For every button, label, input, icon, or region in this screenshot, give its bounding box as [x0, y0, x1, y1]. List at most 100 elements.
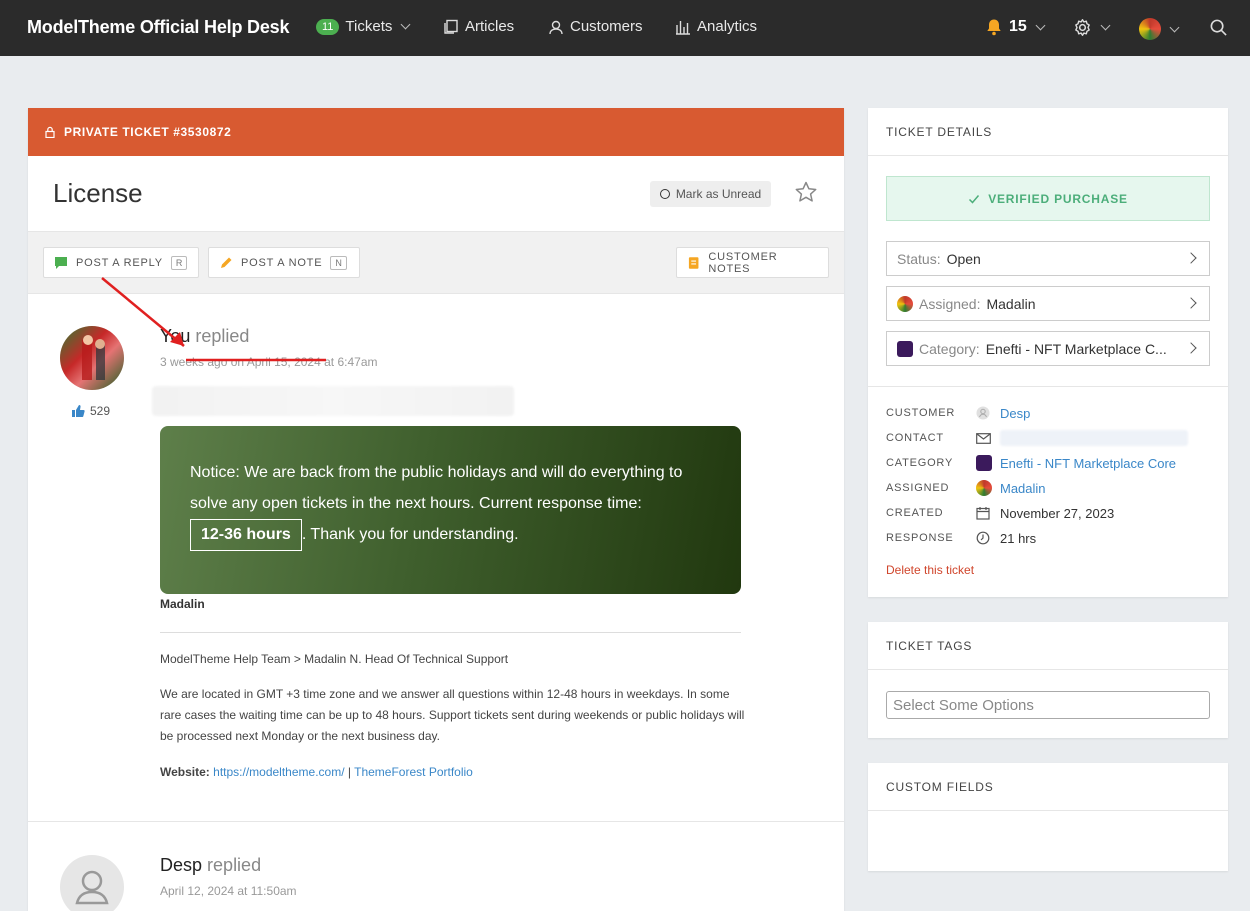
status-value: Open: [946, 250, 981, 267]
lock-icon: [45, 126, 55, 138]
assigned-link[interactable]: Madalin: [1000, 481, 1046, 496]
response-time-box: 12-36 hours: [190, 519, 302, 551]
ticket-tags-panel: TICKET TAGS Select Some Options: [868, 622, 1228, 738]
portfolio-link[interactable]: ThemeForest Portfolio: [354, 765, 473, 779]
reply-date: April 12, 2024 at 11:50am: [160, 884, 297, 898]
avatar: [976, 480, 992, 496]
post-note-label: POST A NOTE: [241, 256, 323, 269]
customer-link[interactable]: Desp: [1000, 406, 1030, 421]
chevron-down-icon: [1100, 20, 1111, 31]
meta-category: CATEGORY Enefti - NFT Marketplace Core: [886, 453, 1216, 473]
delete-ticket-link[interactable]: Delete this ticket: [886, 563, 974, 577]
notice-banner: Notice: We are back from the public holi…: [160, 426, 741, 594]
nav-analytics-label: Analytics: [697, 18, 758, 35]
category-logo-icon: [897, 340, 913, 357]
private-ticket-label: PRIVATE TICKET #3530872: [64, 125, 232, 139]
circle-icon: [659, 189, 670, 199]
search-icon: [1210, 19, 1227, 36]
notifications-count: 15: [1009, 18, 1027, 35]
reply-author: Desp: [160, 855, 203, 875]
customer-notes-label: CUSTOMER NOTES: [708, 250, 778, 275]
like-count-value: 529: [90, 404, 111, 418]
thumbs-up-icon: [72, 405, 85, 417]
notebook-icon: [688, 256, 699, 269]
signature-body: We are located in GMT +3 time zone and w…: [160, 687, 745, 743]
assigned-select[interactable]: Assigned: Madalin: [886, 286, 1210, 321]
meta-label: CATEGORY: [886, 457, 954, 469]
user-icon: [549, 20, 563, 34]
meta-customer: CUSTOMER Desp: [886, 403, 1216, 423]
user-icon: [75, 870, 109, 905]
star-icon[interactable]: [794, 180, 818, 204]
customer-notes-button[interactable]: CUSTOMER NOTES: [676, 247, 829, 278]
meta-label: RESPONSE: [886, 532, 954, 544]
nav-analytics[interactable]: Analytics: [675, 18, 757, 35]
meta-label: CREATED: [886, 507, 944, 519]
signature-name: Madalin: [160, 597, 205, 611]
notifications-menu[interactable]: 15: [985, 18, 1046, 36]
link-separator: |: [347, 765, 351, 779]
signature-website: Website: https://modeltheme.com/ | Theme…: [160, 762, 745, 783]
custom-fields-header: CUSTOM FIELDS: [868, 763, 1228, 811]
nav-articles[interactable]: Articles: [443, 18, 514, 35]
meta-contact: CONTACT: [886, 428, 1216, 448]
category-link[interactable]: Enefti - NFT Marketplace Core: [1000, 456, 1176, 471]
meta-label: CONTACT: [886, 432, 944, 444]
top-navbar: ModelTheme Official Help Desk 11 Tickets…: [0, 0, 1250, 56]
nav-customers[interactable]: Customers: [548, 18, 643, 35]
mark-unread-button[interactable]: Mark as Unread: [650, 181, 771, 207]
chevron-down-icon: [400, 19, 411, 30]
like-count[interactable]: 529: [71, 404, 110, 418]
avatar: [897, 295, 913, 312]
created-value: November 27, 2023: [1000, 505, 1115, 521]
private-ticket-bar: PRIVATE TICKET #3530872: [28, 108, 844, 156]
meta-response: RESPONSE 21 hrs: [886, 528, 1216, 548]
bar-chart-icon: [676, 20, 690, 35]
category-value: Enefti - NFT Marketplace C...: [985, 340, 1167, 357]
meta-label: ASSIGNED: [886, 482, 950, 494]
nav-tickets[interactable]: 11 Tickets: [316, 18, 411, 35]
assigned-value: Madalin: [986, 295, 1036, 312]
ticket-tags-header: TICKET TAGS: [868, 622, 1228, 670]
ticket-card: PRIVATE TICKET #3530872 License Mark as …: [28, 108, 844, 911]
blurred-email: [1000, 430, 1188, 446]
bell-icon: [987, 19, 1001, 36]
avatar: [1139, 18, 1161, 40]
shortcut-key: N: [330, 255, 347, 270]
clock-icon: [976, 531, 990, 545]
verified-label: VERIFIED PURCHASE: [988, 191, 1128, 206]
notice-text: Notice: We are back from the public holi…: [190, 464, 683, 512]
status-label: Status:: [897, 250, 941, 267]
reply-author-line: Desp replied: [160, 855, 261, 876]
chevron-right-icon: [1185, 297, 1197, 309]
user-menu[interactable]: [1139, 18, 1180, 40]
notice-text-end: . Thank you for understanding.: [301, 526, 519, 543]
reply-entry: 529 You replied 3 weeks ago on April 15,…: [28, 277, 844, 821]
meta-label: CUSTOMER: [886, 407, 956, 419]
post-reply-label: POST A REPLY: [76, 256, 163, 269]
ticket-details-header: TICKET DETAILS: [868, 108, 1228, 156]
category-logo-icon: [976, 455, 992, 471]
user-icon: [976, 406, 990, 420]
brand-title[interactable]: ModelTheme Official Help Desk: [27, 17, 289, 38]
blurred-content: [152, 386, 514, 416]
meta-created: CREATED November 27, 2023: [886, 503, 1216, 523]
chat-bubble-icon: [55, 256, 67, 269]
website-link[interactable]: https://modeltheme.com/: [213, 765, 344, 779]
status-select[interactable]: Status: Open: [886, 241, 1210, 276]
articles-icon: [444, 19, 458, 34]
pencil-icon: [221, 257, 232, 268]
nav-customers-label: Customers: [570, 18, 643, 35]
search-button[interactable]: [1209, 18, 1228, 37]
signature-team: ModelTheme Help Team > Madalin N. Head O…: [160, 652, 509, 666]
website-label: Website:: [160, 765, 210, 779]
avatar: [60, 855, 124, 911]
calendar-icon: [976, 507, 990, 520]
category-select[interactable]: Category: Enefti - NFT Marketplace C...: [886, 331, 1210, 366]
page-title: License: [53, 178, 143, 208]
tags-select-input[interactable]: Select Some Options: [886, 691, 1210, 719]
chevron-right-icon: [1185, 252, 1197, 264]
meta-assigned: ASSIGNED Madalin: [886, 478, 1216, 498]
settings-menu[interactable]: [1073, 18, 1111, 37]
ticket-details-panel: TICKET DETAILS VERIFIED PURCHASE Status:…: [868, 108, 1228, 597]
